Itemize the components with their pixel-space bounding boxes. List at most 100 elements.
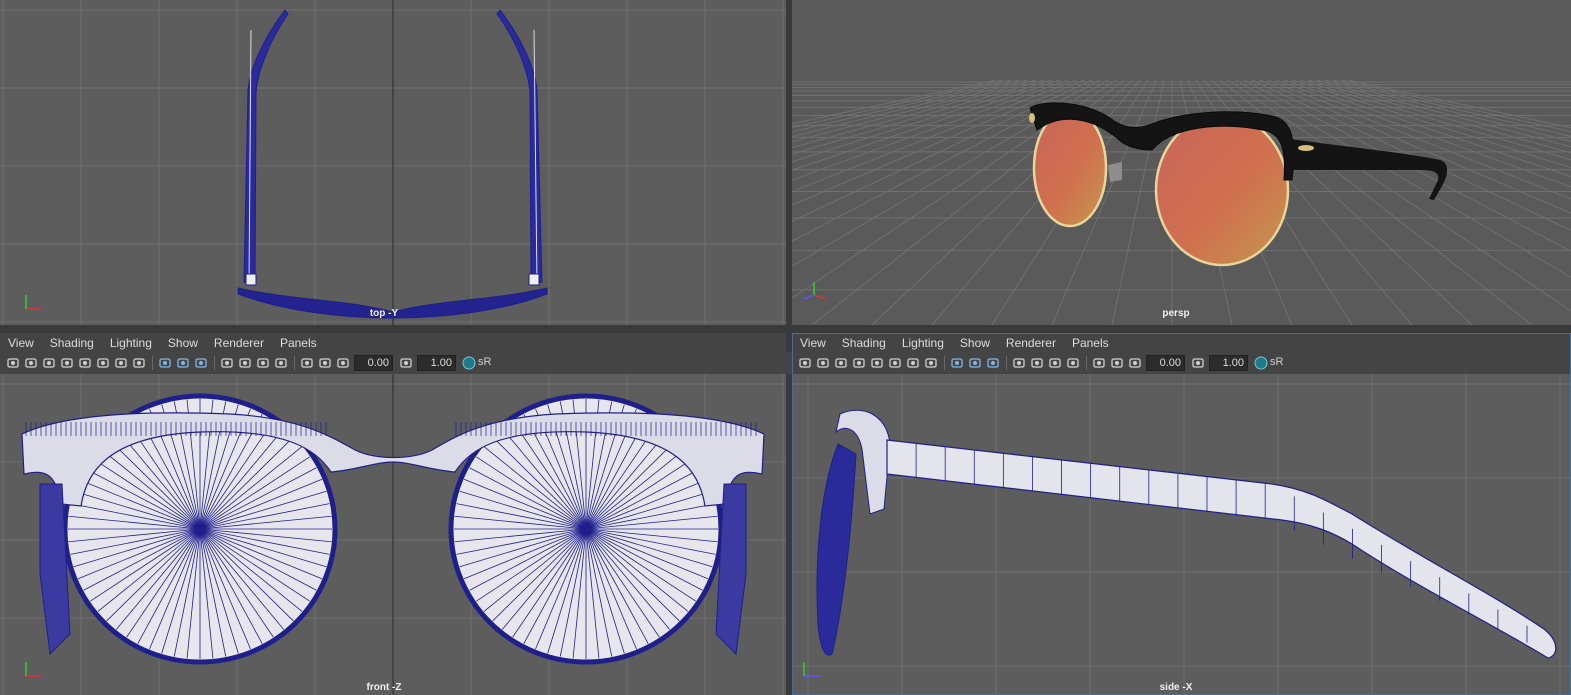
safe-action-icon[interactable] [924,356,938,370]
bookmark-icon[interactable] [42,356,56,370]
persp-grid-line [1283,79,1571,178]
maya-four-view-layout: top -Y persp View Shading Lighting Show … [0,0,1571,695]
toolbar-value-field[interactable]: 0.00 [354,355,393,371]
lock-camera-icon[interactable] [816,356,830,370]
panel-menu-view[interactable]: View [792,336,834,350]
toolbar-separator [214,356,215,370]
exposure-icon[interactable] [318,356,332,370]
gamma-icon[interactable] [399,356,413,370]
persp-grid-line [1331,79,1571,137]
exposure-icon[interactable] [1110,356,1124,370]
textured-icon[interactable] [194,356,208,370]
lens-pole [580,523,592,535]
toolbar-separator [1006,356,1007,370]
panel-menu-lighting[interactable]: Lighting [102,336,160,350]
side-view-canvas [792,374,1571,695]
textured-icon[interactable] [986,356,1000,370]
isolate-select-icon[interactable] [1066,356,1080,370]
persp-grid-line [1291,79,1571,169]
panel-menu-panels[interactable]: Panels [272,336,325,350]
front-view-label: front -Z [366,682,402,693]
lights-icon[interactable] [220,356,234,370]
gamma-badge-label: sR [478,356,492,368]
panel-menu-shading[interactable]: Shading [834,336,894,350]
persp-left-lens [1032,108,1108,228]
side-view-label: side -X [1159,682,1193,693]
toolbar-value-field[interactable]: 1.00 [417,355,456,371]
side-lens-edge [816,443,857,656]
wireframe-icon[interactable] [950,356,964,370]
wireframe-icon[interactable] [158,356,172,370]
toolbar-value-field[interactable]: 0.00 [1146,355,1185,371]
persp-rivet-left [1029,113,1035,123]
top-view-canvas [0,0,786,325]
front-viewport[interactable]: front -Z [0,374,786,695]
film-gate-icon[interactable] [888,356,902,370]
panel-menu-shading[interactable]: Shading [42,336,102,350]
toolbar-separator [152,356,153,370]
grid-icon[interactable] [78,356,92,370]
persp-view-canvas [792,79,1571,325]
film-gate-icon[interactable] [96,356,110,370]
side-panel-toolbar: 0.00 1.00 sR [792,352,1571,374]
toolbar-value-field[interactable]: 1.00 [1209,355,1248,371]
panel-menu-view[interactable]: View [0,336,42,350]
image-plane-icon[interactable] [852,356,866,370]
persp-nose-pad [1108,162,1122,182]
front-panel-menubar: View Shading Lighting Show Renderer Panels [0,333,786,353]
top-right-hinge [528,273,540,286]
panel-menu-show[interactable]: Show [952,336,998,350]
panel-menu-lighting[interactable]: Lighting [894,336,952,350]
side-temple-arm [886,439,1557,659]
safe-action-icon[interactable] [132,356,146,370]
smooth-shade-icon[interactable] [176,356,190,370]
color-management-icon[interactable]: sR [462,356,492,370]
side-viewport[interactable]: side -X [792,374,1571,695]
front-panel-toolbar: 0.00 1.00 sR [0,352,792,374]
gamma-icon[interactable] [1128,356,1142,370]
panel-menu-show[interactable]: Show [160,336,206,350]
front-view-canvas [0,374,786,695]
persp-rivet-right [1298,145,1314,151]
smooth-shade-icon[interactable] [968,356,982,370]
persp-view-label: persp [1162,308,1190,319]
top-view-label: top -Y [369,308,399,319]
top-viewport[interactable]: top -Y [0,0,786,325]
horizontal-splitter[interactable] [0,325,1571,333]
ambient-occlusion-icon[interactable] [256,356,270,370]
persp-viewport[interactable]: persp [792,0,1571,325]
side-grid [792,374,1571,695]
camera-icon[interactable] [6,356,20,370]
gamma-icon[interactable] [336,356,350,370]
resolution-gate-icon[interactable] [906,356,920,370]
panel-menu-panels[interactable]: Panels [1064,336,1117,350]
panel-menu-renderer[interactable]: Renderer [998,336,1064,350]
persp-grid-line [1307,79,1571,154]
xray-icon[interactable] [300,356,314,370]
grid-icon[interactable] [870,356,884,370]
lens-pole [194,523,206,535]
image-plane-icon[interactable] [60,356,74,370]
shadows-icon[interactable] [1030,356,1044,370]
toolbar-separator [294,356,295,370]
side-axis-gizmo [803,662,820,677]
shadows-icon[interactable] [238,356,252,370]
top-axis-gizmo [25,295,42,310]
xray-icon[interactable] [1092,356,1106,370]
top-left-hinge [245,273,257,286]
lock-camera-icon[interactable] [24,356,38,370]
gamma-badge-label: sR [1270,356,1284,368]
gamma-icon[interactable] [1191,356,1205,370]
persp-right-lens [1154,113,1290,267]
camera-icon[interactable] [798,356,812,370]
persp-grid-line [1251,79,1571,231]
panel-menu-renderer[interactable]: Renderer [206,336,272,350]
persp-grid-line [792,79,1045,155]
lights-icon[interactable] [1012,356,1026,370]
isolate-select-icon[interactable] [274,356,288,370]
ambient-occlusion-icon[interactable] [1048,356,1062,370]
color-management-icon[interactable]: sR [1254,356,1284,370]
resolution-gate-icon[interactable] [114,356,128,370]
side-panel-menubar: View Shading Lighting Show Renderer Panels [792,333,1571,353]
bookmark-icon[interactable] [834,356,848,370]
